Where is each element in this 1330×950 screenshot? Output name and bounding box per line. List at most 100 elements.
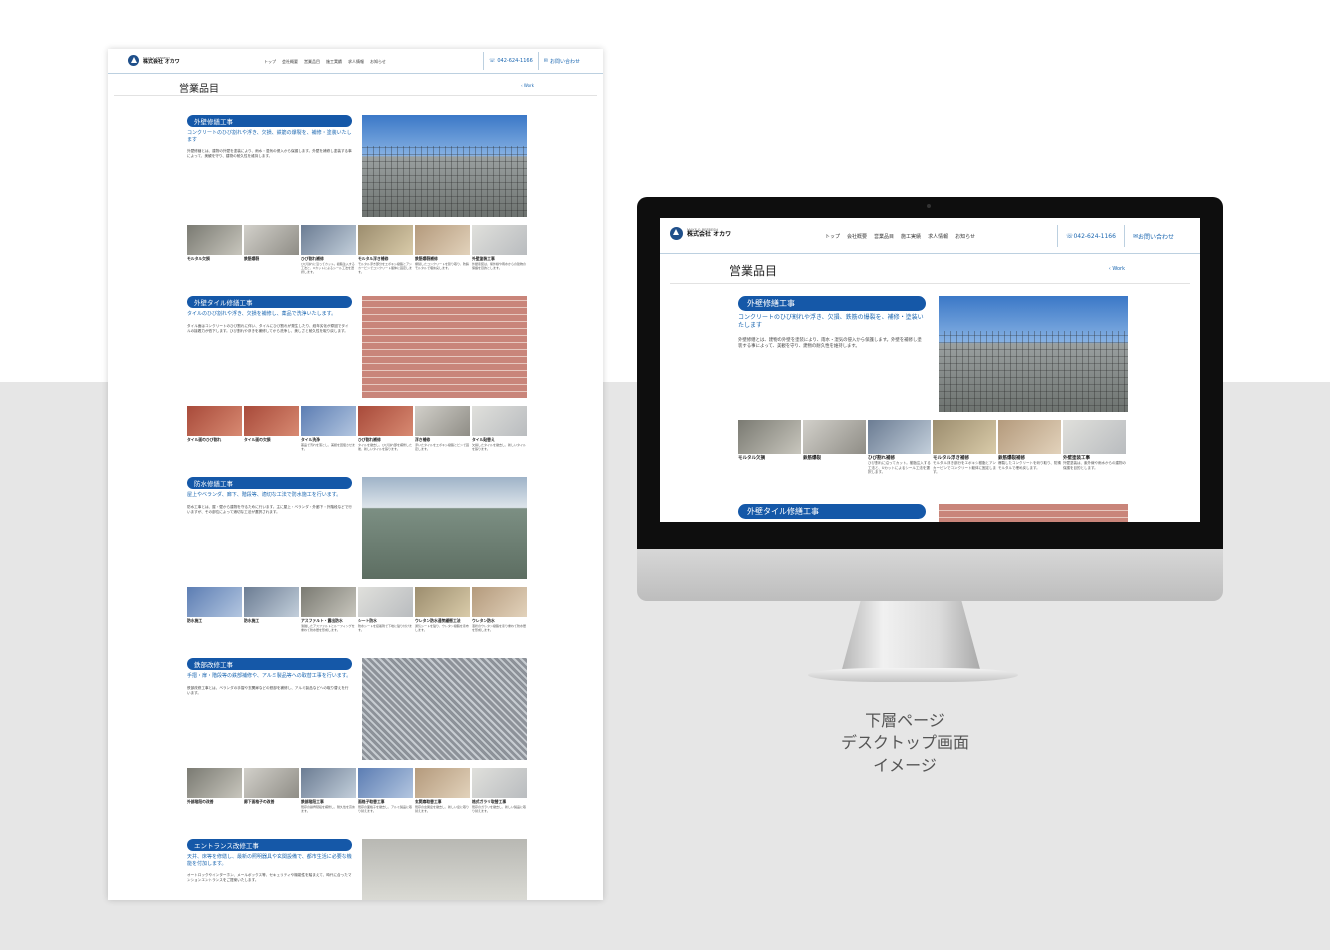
thumbnail-label: モルタル欠損: [187, 256, 210, 261]
thumbnail-item: 格式ガラリ取替工事 既存のガラリを撤去し、新しい製品に取り替えます。: [472, 768, 527, 814]
section-photo: [362, 477, 527, 579]
thumbnail-desc: 外壁塗装は、紫外線や雨水からの建物の保護を目的とします。: [472, 262, 527, 270]
thumbnail-row: 防水施工 防水施工 アスファルト・露出防水 溶融したアスファルトとルーフィングを重ねて…: [187, 587, 527, 633]
thumbnail-label: 防水施工: [187, 618, 203, 623]
screen-thumbnail-label: 鉄筋爆裂: [803, 456, 821, 461]
screen-logo-name: 株式会社 オカワ: [687, 231, 732, 239]
breadcrumb[interactable]: ‹ Work: [521, 83, 534, 88]
nav-item-work[interactable]: 営業品目: [304, 59, 320, 65]
thumbnail-image: [301, 768, 356, 798]
screen-title-row: 営業品目 ‹ Work: [670, 254, 1190, 284]
screen-thumbnail-item: 鉄筋爆裂: [803, 420, 866, 475]
section-title: 防水修繕工事: [187, 477, 352, 489]
thumbnail-image: [472, 587, 527, 617]
section-body: オートロックやインターホン、メールボックス等、セキュリティや機能性を踏まえて、時…: [187, 873, 352, 883]
thumbnail-desc: 通気シートを貼り、ウレタン樹脂を塗布します。: [415, 624, 469, 632]
thumbnail-desc: 溶融したアスファルトとルーフィングを重ねて防水層を形成します。: [301, 624, 355, 632]
thumbnail-desc: 液状のウレタン樹脂を塗り重ねて防水層を形成します。: [472, 624, 527, 632]
nav-item-results[interactable]: 施工実績: [326, 59, 342, 65]
screen-phone-number: 042-624-1166: [1073, 232, 1116, 240]
thumbnail-desc: 浮いたタイルをエポキシ樹脂とピンで固定します。: [415, 443, 470, 451]
section-title: 鉄部改修工事: [187, 658, 352, 670]
thumbnail-row: タイル面のひび割れ タイル面の欠損 タイル洗浄 薬品で汚れを落とし、美観を回復させます…: [187, 406, 527, 452]
thumbnail-image: [472, 225, 527, 255]
thumbnail-image: [415, 225, 470, 255]
thumbnail-item: タイル貼替え 欠損したタイルを撤去し、新しいタイルを張ります。: [472, 406, 527, 452]
thumbnail-item: 鉄部階段工事 既存の鉄骨階段を補修し、耐久性を高めます。: [301, 768, 356, 814]
section-lead: 屋上やベランダ、廊下、階段等、適切な工法で防水施工を行います。: [187, 492, 342, 498]
nav-item-news[interactable]: お知らせ: [370, 59, 386, 65]
screen-nav-top[interactable]: トップ: [825, 233, 840, 240]
nav-item-recruit[interactable]: 求人情報: [348, 59, 364, 65]
thumbnail-desc: 欠損したタイルを撤去し、新しいタイルを張ります。: [472, 443, 527, 451]
mail-icon: ✉: [543, 58, 548, 64]
thumbnail-label: 廊下面格子の改善: [244, 799, 275, 804]
thumbnail-image: [244, 406, 299, 436]
thumbnail-desc: 既存のガラリを撤去し、新しい製品に取り替えます。: [472, 805, 527, 813]
contact-button[interactable]: ✉ お問い合わせ: [537, 52, 585, 70]
screen-nav-work[interactable]: 営業品目: [874, 233, 894, 240]
screen-nav-results[interactable]: 施工実績: [901, 233, 921, 240]
thumbnail-image: [244, 225, 299, 255]
screen-thumbnail-desc: ひび割れに沿ってカット。樹脂注入する工法と、Uカットによるシール工法を選択します…: [868, 461, 931, 475]
thumbnail-item: シート防水 防水シートを接着剤で下地に貼り付けます。: [358, 587, 413, 633]
thumbnail-item: ひび割れ補修 タイルを撤去し、ひび割れ部を補修した後、新しいタイルを張ります。: [358, 406, 413, 452]
screen-contact-button[interactable]: ✉ お問い合わせ: [1123, 225, 1182, 247]
thumbnail-item: アスファルト・露出防水 溶融したアスファルトとルーフィングを重ねて防水層を形成しま…: [301, 587, 356, 633]
thumbnail-label: タイル面のひび割れ: [187, 437, 222, 442]
section-title: 外壁修繕工事: [187, 115, 352, 127]
thumbnail-image: [301, 225, 356, 255]
section-photo: [362, 296, 527, 398]
screen-phone-button[interactable]: ☏ 042-624-1166: [1056, 225, 1124, 247]
thumbnail-image: [472, 768, 527, 798]
screen-contact-label: お問い合わせ: [1137, 233, 1174, 241]
screen-thumbnail-item: 外壁塗装工事 外壁塗装は、紫外線や雨水からの建物の保護を目的とします。: [1063, 420, 1126, 475]
thumbnail-item: ウレタン防水 液状のウレタン樹脂を塗り重ねて防水層を形成します。: [472, 587, 527, 633]
screen-thumbnail-desc: 外壁塗装は、紫外線や雨水からの建物の保護を目的とします。: [1063, 461, 1126, 470]
screen-phone-icon: ☏: [1065, 232, 1074, 240]
thumbnail-label: 鉄筋爆裂: [244, 256, 260, 261]
section-body: 外壁修繕とは、建物の外壁を塗装により、雨水・湿気の侵入から保護します。外壁を補修…: [187, 149, 352, 159]
screen-section-lead: コンクリートのひび割れや浮き、欠損、鉄筋の爆裂を、補修・塗装いたします: [738, 314, 924, 329]
screen-nav-company[interactable]: 会社概要: [847, 233, 867, 240]
screen-thumbnail-item: モルタル欠損: [738, 420, 801, 475]
screen-section-title: 外壁修繕工事: [738, 296, 926, 311]
section-photo: [362, 658, 527, 760]
thumbnail-desc: 防水シートを接着剤で下地に貼り付けます。: [358, 624, 413, 632]
thumbnail-item: ひび割れ補修 ひび割れに沿ってカット。樹脂注入する工法と、Uカットによるシール工法…: [301, 225, 356, 275]
screen-logo[interactable]: MAKE & REFRESH 株式会社 オカワ: [670, 227, 731, 240]
thumbnail-image: [415, 406, 470, 436]
screen-nav-recruit[interactable]: 求人情報: [928, 233, 948, 240]
site-logo[interactable]: MAKE & REFRESH 株式会社 オカワ: [128, 55, 180, 66]
screen-breadcrumb[interactable]: ‹ Work: [1109, 266, 1125, 272]
monitor-stand: [841, 601, 981, 673]
nav-item-company[interactable]: 会社概要: [282, 59, 298, 65]
thumbnail-item: 浮き補修 浮いたタイルをエポキシ樹脂とピンで固定します。: [415, 406, 470, 452]
section-photo: [362, 115, 527, 217]
screen-thumbnail-desc: 爆裂したコンクリートを斫り取り、防錆モルタルで埋め戻します。: [998, 461, 1061, 470]
screen-page-title: 営業品目: [729, 264, 778, 278]
screen-thumbnail-image: [868, 420, 931, 454]
phone-number: 042-624-1166: [497, 58, 533, 64]
monitor-foot: [808, 668, 1018, 682]
phone-button[interactable]: ☏ 042-624-1166: [483, 52, 538, 70]
mockup-caption: 下層ページ デスクトップ画面 イメージ: [830, 710, 980, 777]
thumbnail-desc: 既存の面格子を撤去し、アルミ製品に取り替えます。: [358, 805, 412, 813]
thumbnail-item: 外壁塗装工事 外壁塗装は、紫外線や雨水からの建物の保護を目的とします。: [472, 225, 527, 275]
section-body: タイル面はコンクリートのひび割れに伴い、タイルにひび割れが発生したり、経年劣化が…: [187, 323, 349, 333]
screen-nav-news[interactable]: お知らせ: [955, 233, 975, 240]
screen-thumbnail-item: 鉄筋爆裂補修 爆裂したコンクリートを斫り取り、防錆モルタルで埋め戻します。: [998, 420, 1061, 475]
section-lead: 手摺・扉・階段等の鉄部補修や、アルミ製品等への取替工事を行います。: [187, 673, 352, 679]
thumbnail-item: 防水施工: [244, 587, 299, 633]
thumbnail-item: 玄関扉取替工事 既存の玄関扉を撤去し、新しい扉に取り替えます。: [415, 768, 470, 814]
screen-thumbnail-item: モルタル浮き補修 モルタル浮き部分をエポキシ樹脂とアンカーピンでコンクリート躯体に…: [933, 420, 996, 475]
screen-section-body: 外壁修繕とは、建物の外壁を塗装により、雨水・湿気の侵入から保護します。外壁を補修…: [738, 337, 922, 349]
thumbnail-item: 鉄筋爆裂: [244, 225, 299, 275]
thumbnail-item: 廊下面格子の改善: [244, 768, 299, 814]
screen-section2-title: 外壁タイル修繕工事: [738, 504, 926, 519]
screen-thumbnail-image: [738, 420, 801, 454]
nav-item-top[interactable]: トップ: [264, 59, 276, 65]
screen-thumbnail-label: モルタル欠損: [738, 456, 765, 461]
thumbnail-image: [358, 225, 413, 255]
screen-thumbnail-image: [803, 420, 866, 454]
